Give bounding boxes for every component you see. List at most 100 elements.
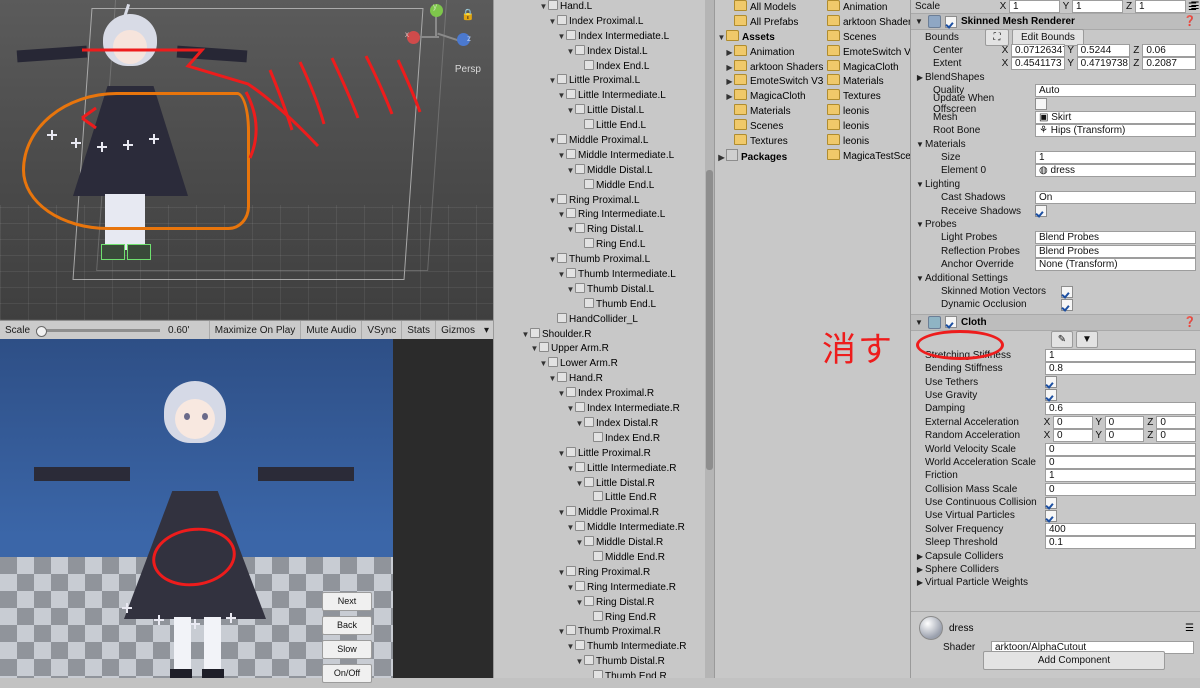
rnd-accel-x-input[interactable]: 0 (1053, 429, 1093, 443)
virtual-particle-weights-foldout-icon[interactable]: ▶ (915, 578, 925, 587)
add-component-button[interactable]: Add Component (983, 651, 1165, 670)
sphere-colliders-foldout-icon[interactable]: ▶ (915, 565, 925, 574)
use-tethers-checkbox[interactable] (1045, 376, 1057, 389)
chevron-right-icon[interactable]: · (584, 670, 593, 678)
project-row[interactable]: ▶ Packages (715, 148, 812, 164)
hierarchy-row[interactable]: ▼ Thumb Proximal.R (494, 625, 714, 640)
extent-z-input[interactable]: 0.2087 (1142, 57, 1197, 71)
chevron-down-icon[interactable]: ▼ (575, 655, 584, 670)
probes-row[interactable]: ▼ Probes (911, 218, 1200, 231)
hierarchy-row[interactable]: ▼ Middle Proximal.L (494, 134, 714, 149)
center-z-input[interactable]: 0.06 (1142, 43, 1197, 57)
project-row[interactable]: ▼ Assets (715, 29, 812, 45)
project-row[interactable]: leonis (812, 104, 909, 119)
scale-z-input[interactable]: 1 (1135, 0, 1186, 14)
chevron-down-icon[interactable]: ▼ (566, 164, 575, 179)
project-row[interactable]: ▶ Animation (715, 44, 812, 60)
chevron-down-icon[interactable]: ▼ (521, 328, 530, 343)
chevron-right-icon[interactable]: · (575, 60, 584, 75)
hierarchy-row[interactable]: ▼ Index Proximal.R (494, 387, 714, 402)
skinned-motion-vectors-row[interactable]: Skinned Motion Vectors (911, 285, 1200, 298)
cloth-select-tool-button[interactable]: ▼ (1076, 331, 1098, 349)
hierarchy-panel[interactable]: ▼ Hand.L ▼ Index Proximal.L ▼ Index Intermedi… (493, 0, 714, 678)
chevron-down-icon[interactable]: ▼ (548, 194, 557, 209)
bending-stiffness-input[interactable]: 0.8 (1045, 362, 1196, 376)
chevron-right-icon[interactable]: · (575, 179, 584, 194)
use-continuous-collision-checkbox[interactable] (1045, 496, 1057, 509)
hierarchy-row[interactable]: ▼ Middle Proximal.R (494, 506, 714, 521)
chevron-down-icon[interactable]: ▼ (557, 149, 566, 164)
maximize-on-play-toggle[interactable]: Maximize On Play (208, 321, 301, 340)
hierarchy-scrollbar[interactable] (705, 0, 714, 678)
blendshapes-foldout-icon[interactable]: ▶ (915, 73, 925, 82)
chevron-down-icon[interactable]: ▼ (548, 134, 557, 149)
chevron-down-icon[interactable]: ▼ (575, 536, 584, 551)
hierarchy-row[interactable]: ▼ Ring Proximal.L (494, 193, 714, 209)
solver-frequency-input[interactable]: 400 (1045, 522, 1196, 536)
ext-accel-y-input[interactable]: 0 (1104, 415, 1145, 429)
hierarchy-row[interactable]: · Thumb End.L (494, 297, 714, 313)
cloth-component-header[interactable]: ▼ Cloth ❓ (911, 313, 1200, 331)
project-row[interactable]: MagicaCloth (812, 59, 909, 75)
external-acceleration-row[interactable]: External Acceleration X 0 Y 0 Z 0 (911, 415, 1200, 429)
mute-audio-toggle[interactable]: Mute Audio (300, 321, 361, 340)
chevron-down-icon[interactable]: ▼ (557, 625, 566, 640)
reflection-probes-dropdown[interactable]: Blend Probes (1035, 244, 1196, 258)
capsule-colliders-foldout-icon[interactable]: ▶ (915, 552, 925, 561)
next-button[interactable]: Next (322, 592, 372, 611)
hierarchy-row[interactable]: ▼ Thumb Distal.L (494, 282, 714, 298)
hierarchy-row[interactable]: ▼ Lower Arm.R (494, 357, 714, 372)
chevron-down-icon[interactable]: ▼ (548, 253, 557, 268)
chevron-down-icon[interactable]: ▼ (539, 357, 548, 372)
probes-foldout-icon[interactable]: ▼ (915, 220, 925, 229)
chevron-right-icon[interactable]: · (575, 238, 584, 253)
sleep-threshold-row[interactable]: Sleep Threshold 0.1 (911, 536, 1200, 550)
update-offscreen-checkbox[interactable] (1035, 98, 1047, 111)
chevron-down-icon[interactable]: ▼ (566, 521, 575, 536)
hierarchy-row[interactable]: · Ring End.R (494, 610, 714, 626)
quality-dropdown[interactable]: Auto (1035, 84, 1196, 98)
rnd-accel-y-input[interactable]: 0 (1104, 429, 1145, 443)
blendshapes-row[interactable]: ▶ BlendShapes (911, 71, 1200, 84)
world-acceleration-scale-input[interactable]: 0 (1045, 455, 1196, 469)
project-row[interactable]: EmoteSwitch V3 (812, 44, 910, 60)
random-acceleration-row[interactable]: Random Acceleration X 0 Y 0 Z 0 (911, 429, 1200, 443)
material-context-menu-icon[interactable]: ☰ (1185, 623, 1194, 634)
chevron-down-icon[interactable]: ▼ (548, 74, 557, 89)
hierarchy-row[interactable]: ▼ Hand.R (494, 372, 714, 387)
chevron-right-icon[interactable]: · (584, 491, 593, 506)
anchor-override-row[interactable]: Anchor Override None (Transform) (911, 258, 1200, 272)
cloth-foldout-icon[interactable]: ▼ (914, 318, 924, 327)
collision-mass-scale-row[interactable]: Collision Mass Scale 0 (911, 482, 1200, 496)
chevron-down-icon[interactable]: ▼ (548, 372, 557, 387)
hierarchy-scrollbar-thumb[interactable] (706, 170, 713, 470)
chevron-right-icon[interactable]: ▶ (725, 61, 734, 76)
hierarchy-row[interactable]: ▼ Index Intermediate.L (494, 29, 714, 45)
hierarchy-row[interactable]: ▼ Upper Arm.R (494, 342, 714, 357)
skinned-mesh-enabled-checkbox[interactable] (945, 15, 957, 28)
receive-shadows-row[interactable]: Receive Shadows (911, 204, 1200, 218)
center-y-input[interactable]: 0.5244 (1076, 43, 1131, 57)
capsule-colliders-row[interactable]: ▶ Capsule Colliders (911, 549, 1200, 562)
sphere-colliders-row[interactable]: ▶ Sphere Colliders (911, 563, 1200, 576)
materials-row[interactable]: ▼ Materials (911, 138, 1200, 151)
project-row[interactable]: arktoon Shaders (812, 14, 910, 30)
lighting-foldout-icon[interactable]: ▼ (915, 180, 925, 189)
hierarchy-row[interactable]: ▼ Thumb Distal.R (494, 655, 714, 670)
hierarchy-row[interactable]: · Index End.R (494, 431, 714, 447)
hierarchy-row[interactable]: ▼ Middle Intermediate.L (494, 148, 714, 164)
light-probes-dropdown[interactable]: Blend Probes (1035, 231, 1196, 245)
receive-shadows-checkbox[interactable] (1035, 205, 1047, 218)
skinned-motion-vectors-checkbox[interactable] (1061, 285, 1073, 298)
chevron-down-icon[interactable]: ▼ (575, 477, 584, 492)
world-velocity-scale-row[interactable]: World Velocity Scale 0 (911, 442, 1200, 456)
project-row[interactable]: leonis (812, 119, 909, 134)
project-row[interactable]: Scenes (715, 119, 812, 134)
friction-row[interactable]: Friction 1 (911, 469, 1200, 483)
chevron-down-icon[interactable]: ▼ (557, 447, 566, 462)
hierarchy-row[interactable]: · Little End.L (494, 119, 714, 134)
light-probes-row[interactable]: Light Probes Blend Probes (911, 231, 1200, 245)
transform-scale-row[interactable]: Scale X 1 Y 1 Z 1 ☰ (911, 0, 1200, 14)
project-row[interactable]: All Prefabs (715, 14, 812, 30)
hierarchy-row[interactable]: ▼ Hand.L (494, 0, 714, 15)
